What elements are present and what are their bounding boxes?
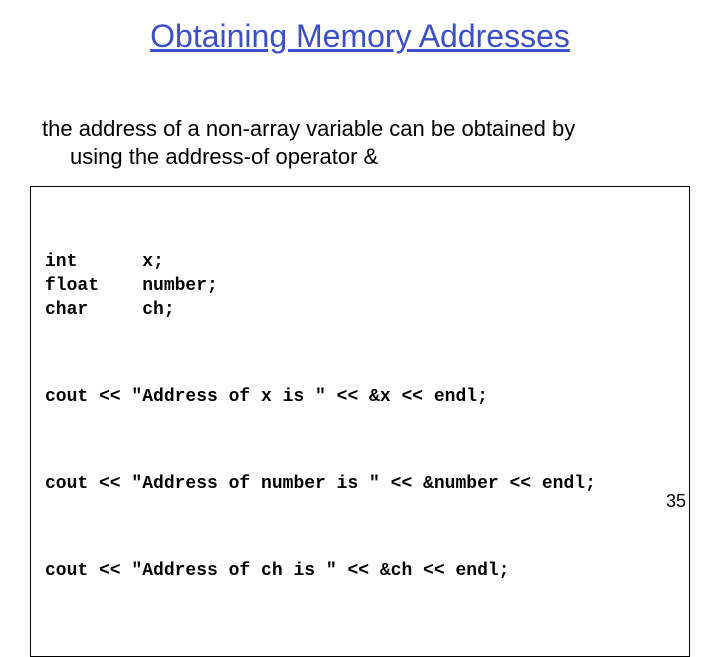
code-stmt-1: cout << "Address of x is " << &x << endl… [45,385,675,409]
code-stmt-2: cout << "Address of number is " << &numb… [45,472,675,496]
code-decl-1: int x; [45,252,164,272]
slide-title: Obtaining Memory Addresses [0,0,720,55]
body-text: the address of a non-array variable can … [42,115,680,170]
code-box: int x; float number; char ch; cout << "A… [30,186,690,657]
body-line-2: using the address-of operator & [42,143,680,171]
body-line-1: the address of a non-array variable can … [42,116,575,141]
slide: Obtaining Memory Addresses the address o… [0,0,720,540]
code-declarations: int x; float number; char ch; [45,250,675,323]
code-decl-2: float number; [45,276,218,296]
code-stmt-3: cout << "Address of ch is " << &ch << en… [45,559,675,583]
code-decl-3: char ch; [45,300,175,320]
page-number: 35 [666,491,686,512]
